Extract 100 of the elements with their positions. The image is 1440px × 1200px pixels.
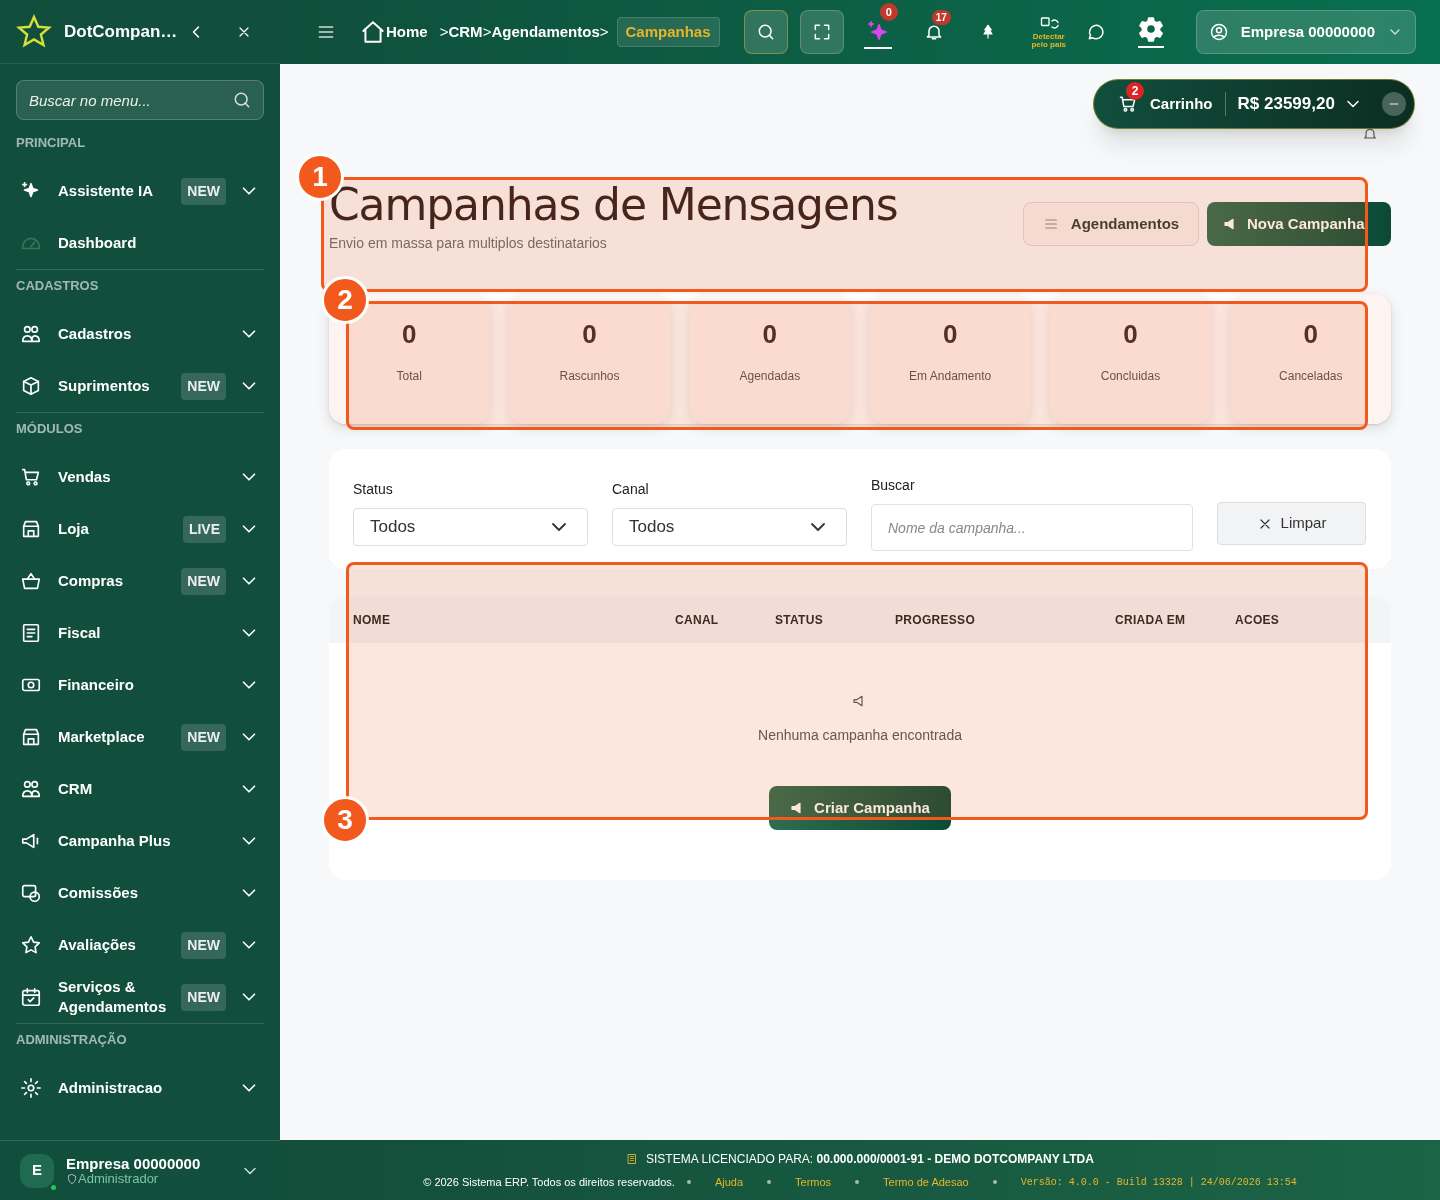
menu-badge: NEW — [181, 177, 226, 205]
cart-bar[interactable]: 2 Carrinho R$ 23599,20 — [1093, 79, 1415, 129]
empty-message: Nenhuma campanha encontrada — [758, 726, 962, 745]
column-header: NOME — [353, 611, 392, 629]
menu-item[interactable]: Comissões — [16, 867, 264, 919]
menu-item[interactable]: Financeiro — [16, 659, 264, 711]
page-subtitle: Envio em massa para multiplos destinatarios — [329, 234, 608, 253]
menu-item[interactable]: Administracao — [16, 1062, 264, 1114]
new-campaign-button[interactable]: Nova Campanha — [1207, 202, 1391, 246]
copyright-text: © 2026 Sistema ERP. Todos os direitos reservados. — [423, 1174, 675, 1190]
menu-badge: NEW — [181, 723, 226, 751]
stat-value: 0 — [762, 319, 778, 349]
basket-icon — [20, 570, 42, 592]
menu-label: Financeiro — [58, 675, 135, 695]
store-icon — [20, 726, 42, 748]
filter-label: Status — [353, 480, 394, 499]
menu-label: Dashboard — [58, 233, 138, 253]
stat-label: Agendadas — [739, 368, 801, 385]
menu-label: Campanha Plus — [58, 831, 172, 851]
menu-label: Loja — [58, 519, 90, 539]
menu-label: Compras — [58, 571, 125, 591]
menu-label: Fiscal — [58, 623, 102, 643]
menu-item[interactable]: Fiscal — [16, 607, 264, 659]
calendar-icon — [20, 986, 42, 1008]
stat-label: Canceladas — [1279, 368, 1343, 385]
search-button[interactable] — [743, 10, 788, 54]
menu-label: Marketplace — [58, 727, 146, 747]
fullscreen-button[interactable] — [799, 10, 844, 54]
cart-label: Carrinho — [1150, 93, 1213, 114]
search-field[interactable]: Nome da campanha... — [871, 504, 1193, 551]
menu-label: Avaliações — [58, 935, 137, 955]
user-role: Administrador — [78, 1171, 159, 1186]
column-header: ACOES — [1235, 611, 1281, 629]
menu-item[interactable]: Compras NEW — [16, 555, 264, 607]
clear-button[interactable]: Limpar — [1217, 502, 1366, 545]
breadcrumb-link[interactable]: Home — [386, 20, 428, 44]
stat-value: 0 — [1123, 319, 1138, 349]
breadcrumb-separator: > — [439, 21, 449, 42]
menu-item[interactable]: Suprimentos NEW — [16, 360, 264, 412]
select-field[interactable]: Todos — [612, 508, 847, 546]
menu-item[interactable]: Campanha Plus — [16, 815, 264, 867]
cart-count: 2 — [1126, 82, 1144, 100]
user-circle-icon — [1208, 22, 1229, 42]
stat-label: Em Andamento — [909, 368, 992, 385]
breadcrumb-separator: > — [599, 21, 609, 42]
breadcrumb-current: Campanhas — [616, 16, 720, 48]
footer-link[interactable]: Termos — [795, 1173, 832, 1191]
menu-badge: NEW — [181, 567, 226, 595]
cart-icon — [1118, 94, 1138, 114]
sparkles-icon — [865, 19, 890, 43]
stat-value: 0 — [582, 319, 597, 349]
stat-value: 0 — [401, 319, 417, 349]
menu-label: CRM — [58, 779, 94, 799]
cart-icon — [20, 466, 42, 488]
menu-label: Cadastros — [58, 324, 133, 344]
settings-icon — [1137, 16, 1164, 42]
company-selector[interactable]: Empresa 00000000 — [1195, 10, 1416, 54]
menu-item[interactable]: Serviços & Agendamentos NEW — [16, 971, 264, 1023]
menu-item[interactable]: Loja LIVE — [16, 503, 264, 555]
section-heading: MÓDULOS — [16, 422, 84, 436]
user-avatar[interactable]: E — [20, 1153, 54, 1188]
filter-label: Buscar — [871, 476, 916, 495]
menu-item[interactable]: CRM — [16, 763, 264, 815]
menu-item[interactable]: Avaliações NEW — [16, 919, 264, 971]
home-icon — [360, 19, 386, 45]
schedules-button[interactable]: Agendamentos — [1023, 202, 1199, 246]
footer-link[interactable]: Termo de Adesao — [883, 1173, 969, 1191]
logo-icon — [16, 13, 52, 50]
menu-item[interactable]: Cadastros — [16, 308, 264, 360]
stat-label: Total — [396, 368, 422, 385]
menu-badge: LIVE — [182, 515, 226, 543]
stat-label: Rascunhos — [559, 368, 620, 385]
menu-item[interactable]: Dashboard — [16, 217, 264, 269]
menu-item[interactable]: Vendas — [16, 451, 264, 503]
menu-item[interactable]: Marketplace NEW — [16, 711, 264, 763]
annotation-marker: 3 — [321, 796, 369, 844]
create-campaign-button[interactable]: Criar Campanha — [769, 786, 951, 830]
minimize-button[interactable] — [1382, 92, 1406, 116]
menu-label: Comissões — [58, 883, 140, 903]
language-button[interactable]: Detectar pelo pais — [1031, 15, 1066, 49]
notification-count: 17 — [931, 10, 951, 25]
receipt-icon — [20, 622, 42, 644]
footer-link[interactable]: Ajuda — [714, 1173, 744, 1191]
menu-item[interactable]: Assistente IA NEW — [16, 165, 264, 217]
menu-badge: NEW — [181, 372, 226, 400]
settings-button[interactable] — [1137, 16, 1164, 48]
section-heading: ADMINISTRAÇÃO — [16, 1033, 128, 1047]
section-heading: CADASTROS — [16, 279, 100, 293]
breadcrumb-link[interactable]: Agendamentos — [491, 20, 600, 44]
breadcrumb-separator: > — [482, 21, 492, 42]
menu-badge: NEW — [181, 931, 226, 959]
menu-label: Vendas — [58, 467, 112, 487]
bell-icon — [1362, 126, 1378, 142]
menu-label: Administracao — [58, 1078, 164, 1098]
column-header: CRIADA EM — [1115, 611, 1187, 629]
menu-label: Suprimentos — [58, 376, 151, 396]
box-icon — [20, 375, 42, 397]
building-icon — [626, 1152, 639, 1165]
select-field[interactable]: Todos — [353, 508, 588, 546]
breadcrumb-link[interactable]: CRM — [448, 20, 483, 44]
